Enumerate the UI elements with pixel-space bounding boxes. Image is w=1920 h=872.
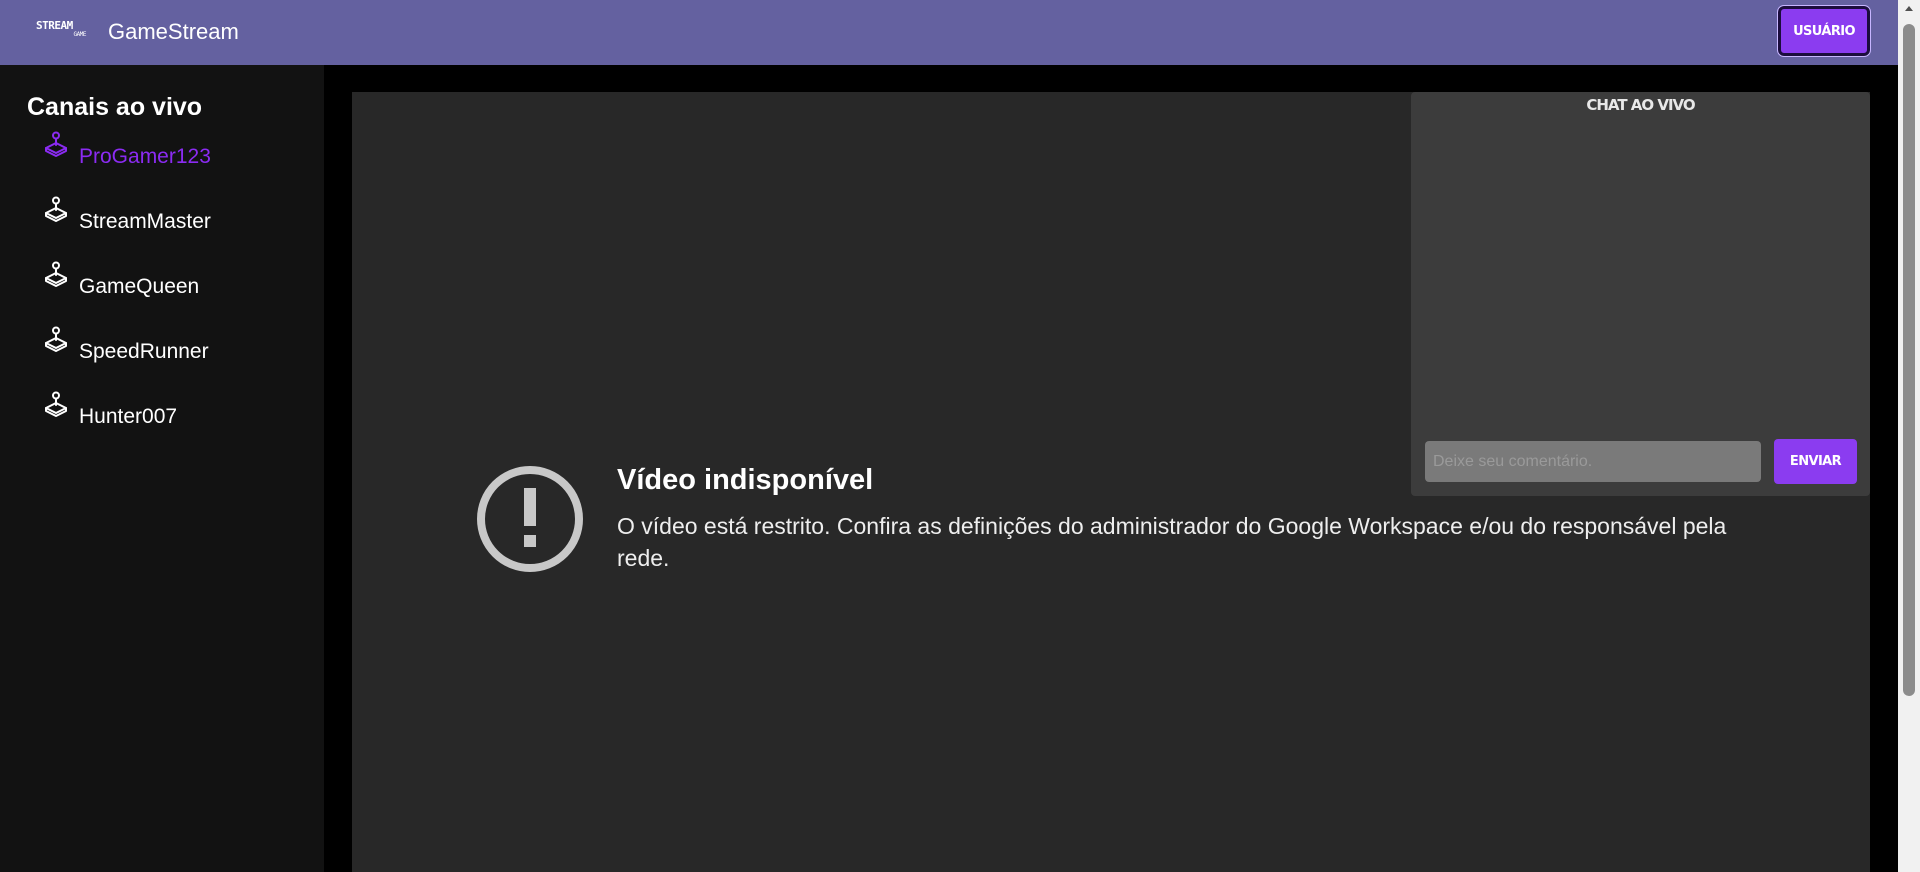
page-scrollbar[interactable] (1898, 0, 1920, 872)
top-header: STREAM GAME GameStream USUÁRIO (0, 0, 1920, 65)
error-title: Vídeo indisponível (617, 464, 874, 496)
channel-name: GameQueen (79, 275, 200, 298)
channel-item-streammaster[interactable]: StreamMaster (40, 196, 300, 236)
channel-name: Hunter007 (79, 405, 178, 428)
sidebar: Canais ao vivo ProGamer123 StreamMaster … (0, 65, 324, 872)
channel-name: SpeedRunner (79, 340, 209, 363)
joystick-icon (45, 131, 67, 157)
channel-item-gamequeen[interactable]: GameQueen (40, 261, 300, 301)
joystick-icon (45, 326, 67, 352)
user-button[interactable]: USUÁRIO (1777, 5, 1871, 57)
sidebar-title: Canais ao vivo (27, 93, 203, 121)
live-chat-panel: CHAT AO VIVO ENVIAR (1411, 92, 1870, 496)
joystick-icon (45, 261, 67, 287)
logo-text: STREAM (36, 19, 73, 32)
scroll-up-arrow-icon[interactable] (1905, 6, 1913, 11)
logo-subtext: GAME (73, 31, 87, 38)
channel-name: StreamMaster (79, 210, 211, 233)
send-button[interactable]: ENVIAR (1774, 439, 1857, 484)
channel-item-speedrunner[interactable]: SpeedRunner (40, 326, 300, 366)
channel-name: ProGamer123 (79, 145, 211, 168)
joystick-icon (45, 391, 67, 417)
channel-item-hunter007[interactable]: Hunter007 (40, 391, 300, 431)
channel-item-progamer123[interactable]: ProGamer123 (40, 131, 300, 171)
scroll-thumb[interactable] (1903, 24, 1915, 696)
joystick-icon (45, 196, 67, 222)
comment-input[interactable] (1425, 441, 1761, 482)
exclamation-circle-icon (477, 466, 583, 572)
app-logo[interactable]: STREAM GAME (36, 19, 87, 44)
app-title: GameStream (108, 19, 239, 44)
error-message: O vídeo está restrito. Confira as defini… (617, 513, 1727, 571)
chat-title: CHAT AO VIVO (1586, 96, 1695, 114)
